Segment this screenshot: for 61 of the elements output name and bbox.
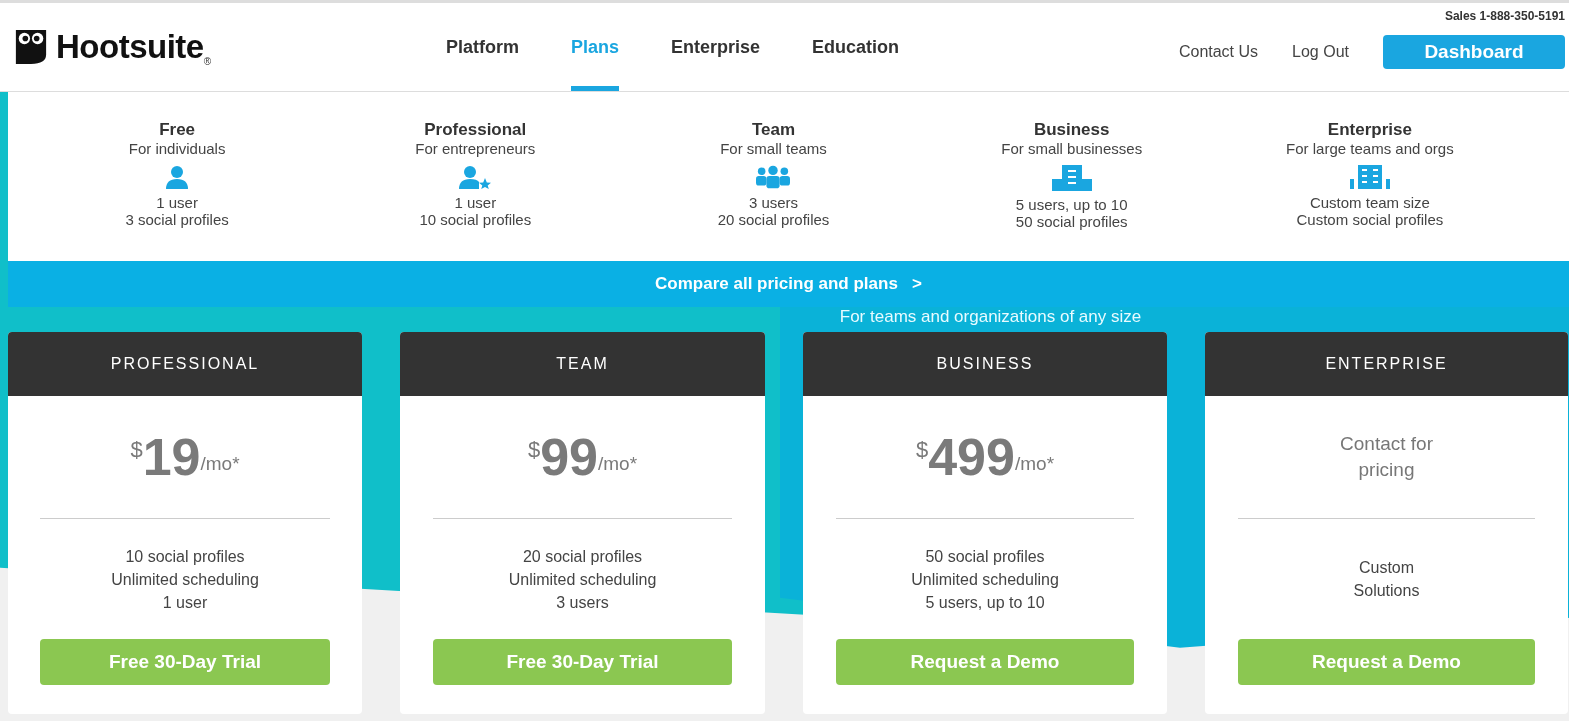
- office-building-icon: [1349, 165, 1390, 189]
- plan-feature: 5 users, up to 10: [925, 592, 1045, 613]
- nav-tab[interactable]: Education: [812, 3, 900, 91]
- plan-cta-button[interactable]: Request a Demo: [1237, 639, 1536, 685]
- tier-subtitle: For small businesses: [1001, 140, 1143, 157]
- group-icon: [756, 165, 791, 189]
- plan-feature: 50 social profiles: [925, 546, 1045, 567]
- plan-feature: Custom: [1358, 558, 1415, 578]
- tier-profiles: 20 social profiles: [717, 211, 830, 228]
- teams-note: For teams and organizations of any size: [838, 307, 1143, 328]
- tier-profiles: 10 social profiles: [419, 211, 532, 228]
- brand-name[interactable]: Hootsuite: [56, 28, 204, 66]
- tier-profiles: 3 social profiles: [125, 211, 229, 228]
- contact-pricing-text: pricing: [1358, 458, 1415, 482]
- tier-name: Professional: [424, 120, 527, 140]
- tier-users: 5 users, up to 10: [1015, 196, 1128, 213]
- tier-users: 3 users: [748, 194, 799, 211]
- plan-title: BUSINESS: [936, 355, 1034, 373]
- contact-pricing-text: Contact for: [1340, 432, 1433, 456]
- plan-feature: 20 social profiles: [522, 546, 643, 567]
- tier-profiles: 50 social profiles: [1015, 213, 1128, 230]
- plan-title: ENTERPRISE: [1325, 355, 1448, 373]
- plan-price: $499/mo*: [915, 431, 1055, 483]
- user-icon: [165, 165, 190, 189]
- owl-logo-icon: [14, 28, 48, 66]
- tier-users: Custom team size: [1309, 194, 1430, 211]
- header-link[interactable]: Log Out: [1292, 43, 1349, 61]
- tier-users: 1 user: [156, 194, 198, 211]
- plan-cta-button[interactable]: Request a Demo: [835, 639, 1135, 685]
- tier-name: Free: [159, 120, 196, 140]
- plan-title: TEAM: [556, 355, 609, 373]
- plan-price: $19/mo*: [130, 431, 240, 483]
- plan-cta-button[interactable]: Free 30-Day Trial: [39, 639, 331, 685]
- tier-subtitle: For entrepreneurs: [415, 140, 536, 157]
- user-star-icon: [459, 165, 492, 189]
- tier-users: 1 user: [454, 194, 497, 211]
- building-icon: [1051, 165, 1092, 191]
- plan-feature: Unlimited scheduling: [911, 569, 1059, 590]
- header-link[interactable]: Contact Us: [1178, 43, 1259, 61]
- tier-subtitle: For small teams: [720, 140, 827, 157]
- plan-title: PROFESSIONAL: [110, 355, 260, 373]
- tier-name: Team: [751, 120, 796, 140]
- plan-cta-button[interactable]: Free 30-Day Trial: [432, 639, 733, 685]
- tier-profiles: Custom social profiles: [1296, 211, 1444, 228]
- plan-price: $99/mo*: [527, 431, 638, 483]
- nav-tab[interactable]: Enterprise: [671, 3, 761, 91]
- tier-name: Business: [1033, 120, 1110, 140]
- tier-subtitle: For individuals: [128, 140, 226, 157]
- plan-feature: 1 user: [162, 592, 208, 613]
- plan-feature: 3 users: [556, 592, 609, 613]
- plan-feature: 10 social profiles: [125, 546, 245, 567]
- tier-subtitle: For large teams and orgs: [1286, 140, 1454, 157]
- dashboard-button[interactable]: Dashboard: [1383, 35, 1565, 69]
- nav-tab[interactable]: Platform: [446, 3, 519, 91]
- plan-feature: Solutions: [1353, 581, 1420, 601]
- compare-plans-link[interactable]: Compare all pricing and plans >: [0, 261, 1569, 307]
- plan-feature: Unlimited scheduling: [111, 569, 259, 590]
- plan-feature: Unlimited scheduling: [508, 569, 657, 590]
- sales-phone: Sales 1-888-350-5191: [1444, 9, 1565, 23]
- tier-name: Enterprise: [1327, 120, 1412, 140]
- registered-mark: ®: [203, 55, 212, 67]
